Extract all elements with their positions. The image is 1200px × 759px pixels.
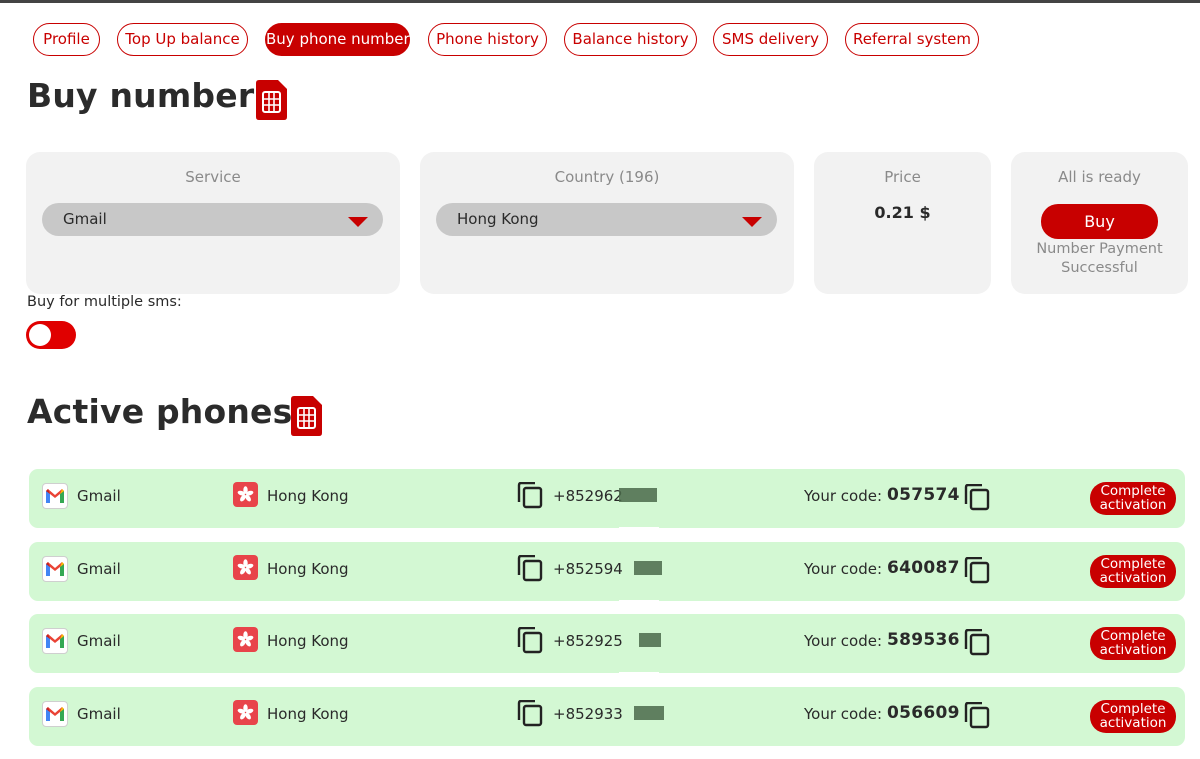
nav-sms-delivery[interactable]: SMS delivery xyxy=(713,23,828,56)
complete-activation-line1: Complete xyxy=(1100,701,1166,717)
price-label: Price xyxy=(884,168,921,186)
price-card: Price 0.21 $ xyxy=(814,152,991,294)
payment-status-line1: Number Payment xyxy=(1036,241,1163,257)
complete-activation-button[interactable]: Complete activation xyxy=(1090,700,1176,733)
row-code-value: 589536 xyxy=(887,630,960,650)
copy-code-icon[interactable] xyxy=(964,701,990,729)
multiple-sms-label: Buy for multiple sms: xyxy=(27,294,182,310)
gmail-icon xyxy=(42,701,68,727)
copy-phone-icon[interactable] xyxy=(517,626,543,654)
row-service-name: Gmail xyxy=(77,705,121,723)
gmail-icon xyxy=(42,483,68,509)
active-phone-row: Gmail Hong Kong +852594 Your code: 64008 xyxy=(29,542,1185,601)
active-phone-row: Gmail Hong Kong +852962 Your code: 05757 xyxy=(29,469,1185,528)
copy-code-icon[interactable] xyxy=(964,628,990,656)
row-phone-number: +852594 xyxy=(553,560,623,578)
copy-phone-icon[interactable] xyxy=(517,554,543,582)
complete-activation-button[interactable]: Complete activation xyxy=(1090,627,1176,660)
service-select[interactable]: Gmail xyxy=(42,203,383,236)
country-card: Country (196) Hong Kong xyxy=(420,152,794,294)
hong-kong-flag-icon xyxy=(233,555,258,580)
active-phones-title: Active phones xyxy=(27,392,293,431)
nav-referral-system[interactable]: Referral system xyxy=(845,23,979,56)
row-country-name: Hong Kong xyxy=(267,487,349,505)
sim-card-icon xyxy=(256,80,287,120)
copy-phone-icon[interactable] xyxy=(517,481,543,509)
ready-label: All is ready xyxy=(1058,168,1141,186)
complete-activation-line2: activation xyxy=(1099,497,1167,513)
caret-down-icon xyxy=(742,217,762,227)
service-card: Service Gmail xyxy=(26,152,400,294)
nav-buy-phone-number[interactable]: Buy phone number xyxy=(265,23,410,56)
country-select-value: Hong Kong xyxy=(457,210,539,228)
complete-activation-line1: Complete xyxy=(1100,628,1166,644)
redacted-phone-digits xyxy=(634,561,662,575)
copy-phone-icon[interactable] xyxy=(517,699,543,727)
active-phone-row: Gmail Hong Kong +852933 Your code: 05660 xyxy=(29,687,1185,746)
row-phone-number: +852962 xyxy=(553,487,623,505)
row-service-name: Gmail xyxy=(77,560,121,578)
row-code-value: 640087 xyxy=(887,558,960,578)
country-select[interactable]: Hong Kong xyxy=(436,203,777,236)
complete-activation-button[interactable]: Complete activation xyxy=(1090,482,1176,515)
complete-activation-line2: activation xyxy=(1099,642,1167,658)
ready-card: All is ready Buy Number Payment Successf… xyxy=(1011,152,1188,294)
complete-activation-line2: activation xyxy=(1099,570,1167,586)
complete-activation-line2: activation xyxy=(1099,715,1167,731)
row-phone-number: +852925 xyxy=(553,632,623,650)
row-country-name: Hong Kong xyxy=(267,632,349,650)
country-label: Country (196) xyxy=(554,168,660,186)
row-phone-number: +852933 xyxy=(553,705,623,723)
nav-phone-history[interactable]: Phone history xyxy=(428,23,547,56)
buy-button[interactable]: Buy xyxy=(1041,204,1158,239)
multiple-sms-toggle[interactable] xyxy=(26,321,76,349)
complete-activation-line1: Complete xyxy=(1100,483,1166,499)
complete-activation-button[interactable]: Complete activation xyxy=(1090,555,1176,588)
redacted-phone-digits xyxy=(634,706,664,720)
row-code-label: Your code: xyxy=(804,632,883,650)
price-value: 0.21 $ xyxy=(874,203,931,222)
row-code-label: Your code: xyxy=(804,560,883,578)
redacted-phone-digits xyxy=(639,633,661,647)
nav-top-up-balance[interactable]: Top Up balance xyxy=(117,23,248,56)
payment-status: Number Payment Successful xyxy=(1011,240,1188,278)
copy-code-icon[interactable] xyxy=(964,483,990,511)
row-service-name: Gmail xyxy=(77,487,121,505)
redacted-phone-digits xyxy=(619,488,657,502)
row-country-name: Hong Kong xyxy=(267,705,349,723)
active-phone-row: Gmail Hong Kong +852925 Your code: 58953 xyxy=(29,614,1185,673)
hong-kong-flag-icon xyxy=(233,627,258,652)
redaction-strip xyxy=(619,600,659,614)
service-select-value: Gmail xyxy=(63,210,107,228)
row-code-value: 056609 xyxy=(887,703,960,723)
redaction-strip xyxy=(619,672,659,686)
gmail-icon xyxy=(42,556,68,582)
buy-number-title: Buy number xyxy=(27,76,255,115)
gmail-icon xyxy=(42,628,68,654)
hong-kong-flag-icon xyxy=(233,700,258,725)
complete-activation-line1: Complete xyxy=(1100,556,1166,572)
payment-status-line2: Successful xyxy=(1061,260,1138,276)
copy-code-icon[interactable] xyxy=(964,556,990,584)
service-label: Service xyxy=(185,168,241,186)
hong-kong-flag-icon xyxy=(233,482,258,507)
top-border xyxy=(0,0,1200,3)
row-code-label: Your code: xyxy=(804,705,883,723)
row-service-name: Gmail xyxy=(77,632,121,650)
redaction-strip xyxy=(619,527,659,541)
nav-profile[interactable]: Profile xyxy=(33,23,100,56)
sim-card-icon xyxy=(291,396,322,436)
row-code-value: 057574 xyxy=(887,485,960,505)
toggle-knob xyxy=(29,324,51,346)
row-code-label: Your code: xyxy=(804,487,883,505)
nav-balance-history[interactable]: Balance history xyxy=(564,23,697,56)
caret-down-icon xyxy=(348,217,368,227)
row-country-name: Hong Kong xyxy=(267,560,349,578)
